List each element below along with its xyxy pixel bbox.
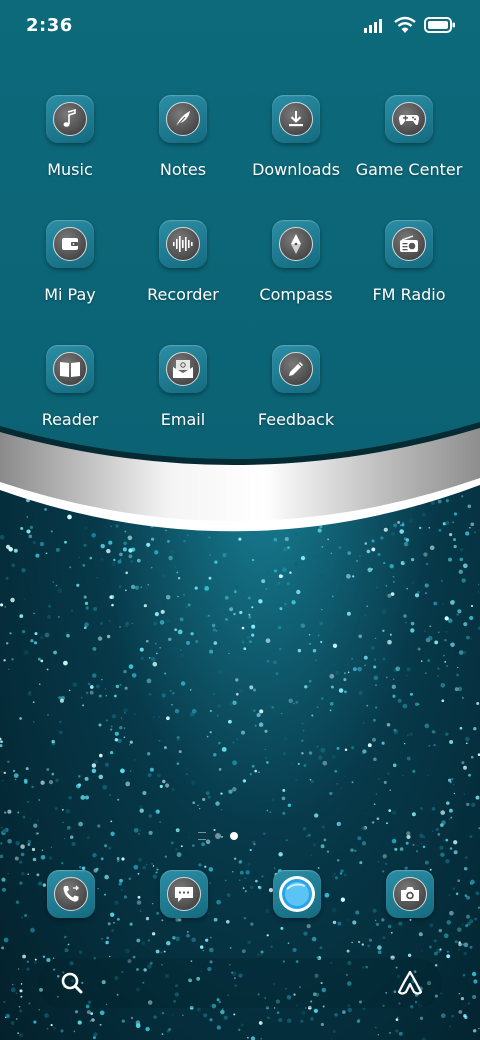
- app-downloads[interactable]: Downloads: [240, 95, 352, 195]
- radio-icon: [400, 235, 418, 252]
- app-feedback[interactable]: Feedback: [240, 345, 352, 445]
- page-dot-active[interactable]: [230, 832, 238, 840]
- feather-icon: [175, 111, 190, 128]
- dock-messages[interactable]: [160, 870, 208, 918]
- compass-icon: [291, 234, 301, 254]
- notes-app-icon[interactable]: [159, 95, 207, 143]
- app-label: Game Center: [355, 160, 463, 179]
- app-label: Music: [47, 160, 93, 179]
- email-icon: [173, 360, 193, 378]
- phone-icon: [63, 885, 79, 902]
- camera-icon: [401, 887, 419, 901]
- camera-app-icon[interactable]: [386, 870, 434, 918]
- page-indicator[interactable]: [198, 830, 238, 842]
- assistant-icon[interactable]: [396, 970, 424, 996]
- status-bar: 2:36: [0, 0, 480, 52]
- message-icon: [175, 887, 193, 902]
- app-mi-pay[interactable]: Mi Pay: [14, 220, 126, 320]
- app-label: Notes: [159, 160, 207, 179]
- status-time: 2:36: [26, 15, 73, 36]
- compass-app-icon[interactable]: [272, 220, 320, 268]
- app-label: FM Radio: [372, 285, 446, 304]
- pencil-icon: [289, 362, 303, 376]
- app-notes[interactable]: Notes: [127, 95, 239, 195]
- dock-browser[interactable]: [273, 870, 321, 918]
- search-bar[interactable]: [38, 958, 442, 1008]
- fm-radio-app-icon[interactable]: [385, 220, 433, 268]
- app-label: Email: [160, 410, 206, 429]
- phone-app-icon[interactable]: [47, 870, 95, 918]
- book-icon: [60, 362, 80, 377]
- gamepad-icon: [399, 115, 419, 125]
- battery-icon: [424, 17, 455, 33]
- app-fm-radio[interactable]: FM Radio: [353, 220, 465, 320]
- dock-phone[interactable]: [47, 870, 95, 918]
- app-label: Downloads: [252, 160, 340, 179]
- signal-icon: [364, 19, 382, 33]
- recorder-app-icon[interactable]: [159, 220, 207, 268]
- app-recorder[interactable]: Recorder: [127, 220, 239, 320]
- wallet-icon: [62, 238, 78, 250]
- app-email[interactable]: Email: [127, 345, 239, 445]
- wifi-icon: [394, 16, 416, 33]
- browser-icon: [279, 876, 315, 912]
- downloads-app-icon[interactable]: [272, 95, 320, 143]
- messages-app-icon[interactable]: [160, 870, 208, 918]
- app-game-center[interactable]: Game Center: [353, 95, 465, 195]
- app-label: Recorder: [147, 285, 219, 304]
- browser-app-icon[interactable]: [273, 870, 321, 918]
- waveform-icon: [173, 236, 193, 252]
- search-icon[interactable]: [60, 971, 84, 995]
- page-indicator-menu[interactable]: [198, 832, 206, 840]
- dock-camera[interactable]: [386, 870, 434, 918]
- game-center-app-icon[interactable]: [385, 95, 433, 143]
- mi-pay-app-icon[interactable]: [46, 220, 94, 268]
- email-app-icon[interactable]: [159, 345, 207, 393]
- app-label: Mi Pay: [44, 285, 96, 304]
- app-label: Reader: [41, 410, 99, 429]
- download-icon: [289, 111, 303, 127]
- app-compass[interactable]: Compass: [240, 220, 352, 320]
- app-label: Feedback: [257, 410, 335, 429]
- app-label: Compass: [259, 285, 333, 304]
- status-icons: [364, 14, 456, 36]
- music-note-icon: [63, 109, 76, 127]
- reader-app-icon[interactable]: [46, 345, 94, 393]
- app-reader[interactable]: Reader: [14, 345, 126, 445]
- app-music[interactable]: Music: [14, 95, 126, 195]
- feedback-app-icon[interactable]: [272, 345, 320, 393]
- music-app-icon[interactable]: [46, 95, 94, 143]
- page-dot[interactable]: [215, 833, 221, 839]
